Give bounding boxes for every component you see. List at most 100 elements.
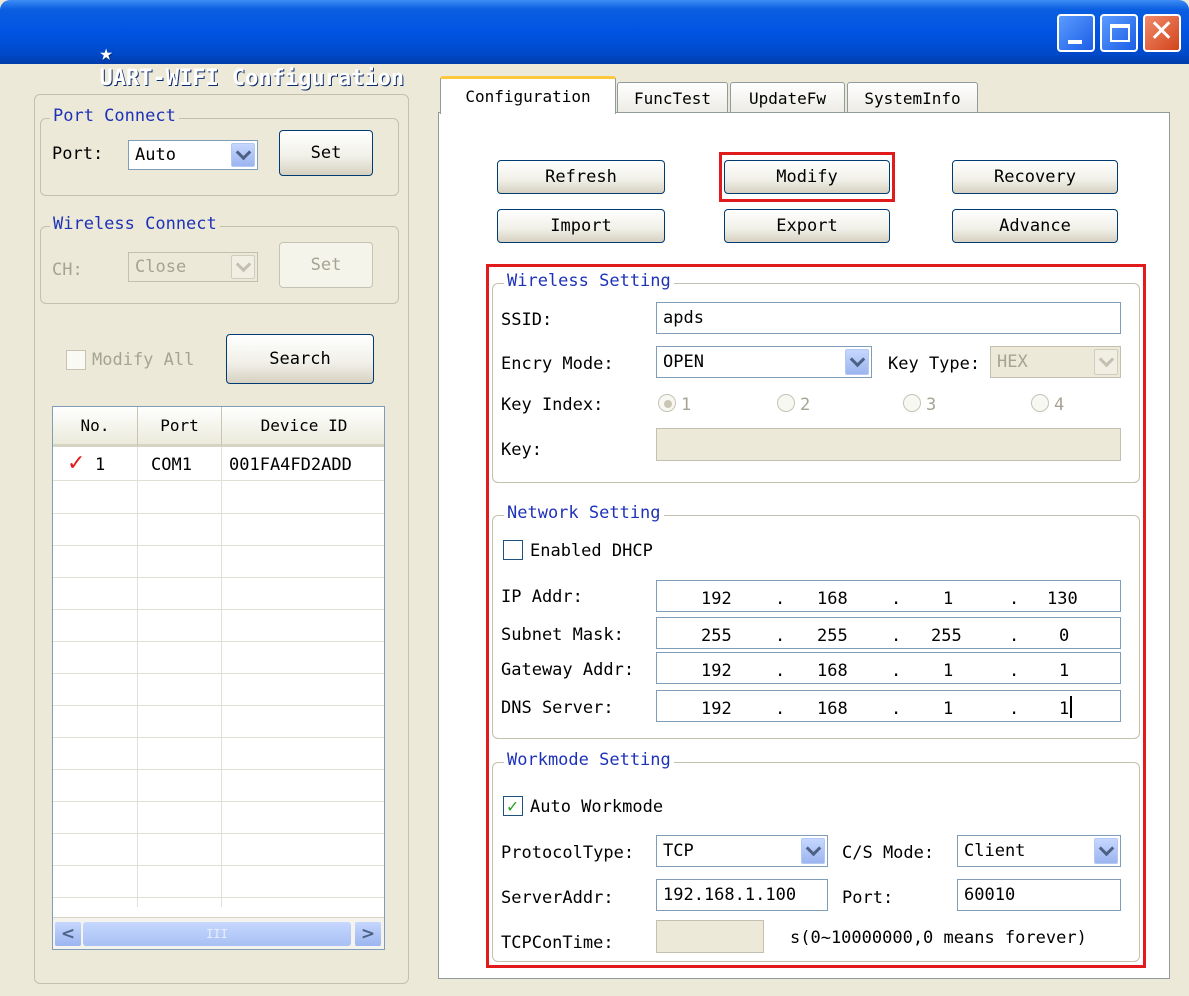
ip-octet: 192 [701,589,732,609]
key-index-radio-3[interactable] [903,394,921,412]
encry-mode-dropdown[interactable]: OPEN [656,346,872,378]
workmode-setting-legend: Workmode Setting [504,750,674,770]
row-divider [53,705,384,706]
dns-dot: . [891,699,902,719]
cs-mode-dropdown[interactable]: Client [957,835,1121,867]
dns-server-input[interactable]: 192 . 168 . 1 . 1 [656,690,1121,722]
key-index-radio-3-label: 3 [926,395,937,415]
row-divider [53,865,384,866]
check-icon: ✓ [67,451,86,476]
gateway-addr-label: Gateway Addr: [501,660,635,680]
port-input[interactable]: 60010 [957,879,1121,911]
star-icon: ★ [99,41,113,66]
import-button[interactable]: Import [497,209,665,243]
tab-functest[interactable]: FuncTest [617,82,728,113]
modify-all-label: Modify All [92,350,195,370]
dns-octet: 192 [701,699,732,719]
mask-dot: . [775,626,786,646]
column-header-no[interactable]: No. [53,407,137,447]
title-bar[interactable]: ★ UART-WIFI Configuration ✕ [0,0,1189,91]
row-divider [53,641,384,642]
key-type-dropdown[interactable]: HEX [990,346,1121,378]
dhcp-label: Enabled DHCP [530,541,653,561]
wireless-set-button[interactable]: Set [279,242,373,288]
port-field-label: Port: [842,888,894,908]
subnet-mask-label: Subnet Mask: [501,625,624,645]
wireless-setting-legend: Wireless Setting [504,271,674,291]
auto-workmode-checkbox[interactable]: ✓ [503,796,523,817]
row-divider [53,769,384,770]
modify-all-checkbox[interactable] [66,350,86,370]
mask-octet: 255 [931,626,962,646]
mask-octet: 255 [701,626,732,646]
ch-dropdown[interactable]: Close [128,252,258,282]
server-addr-input[interactable]: 192.168.1.100 [656,879,828,911]
port-dropdown[interactable]: Auto [128,140,258,170]
device-list[interactable]: No. Port Device ID ✓ 1 COM1 001FA4FD2ADD… [52,406,385,950]
column-divider [221,447,222,907]
ip-octet: 168 [817,589,848,609]
gw-octet: 1 [1059,661,1070,681]
column-header-device-id[interactable]: Device ID [221,407,384,447]
ssid-input[interactable]: apds [656,302,1121,334]
close-button[interactable]: ✕ [1143,14,1181,52]
column-header-port[interactable]: Port [137,407,221,447]
mask-dot: . [1009,626,1020,646]
export-button[interactable]: Export [724,209,890,243]
gw-dot: . [1009,661,1020,681]
chevron-down-icon [1094,838,1118,864]
gw-octet: 192 [701,661,732,681]
search-button[interactable]: Search [226,334,374,384]
gateway-addr-input[interactable]: 192 . 168 . 1 . 1 [656,652,1121,684]
gw-dot: . [775,661,786,681]
row-divider [53,897,384,898]
key-index-radio-2-label: 2 [800,395,811,415]
scroll-right-button[interactable]: > [355,922,381,946]
gw-dot: . [891,661,902,681]
tab-configuration[interactable]: Configuration [440,76,616,114]
recovery-button[interactable]: Recovery [952,160,1118,194]
auto-workmode-label: Auto Workmode [530,797,664,817]
maximize-button[interactable] [1100,14,1138,52]
subnet-mask-input[interactable]: 255 . 255 . 255 . 0 [656,617,1121,649]
ip-addr-label: IP Addr: [501,587,583,607]
tab-updatefw[interactable]: UpdateFw [730,82,845,113]
port-set-button[interactable]: Set [279,130,373,176]
key-index-radio-1[interactable] [658,394,676,412]
row-port: COM1 [151,455,192,475]
scroll-left-button[interactable]: < [55,922,81,946]
modify-button[interactable]: Modify [724,160,890,194]
ip-dot: . [775,589,786,609]
scroll-thumb[interactable]: III [83,922,351,946]
refresh-button[interactable]: Refresh [497,160,665,194]
advance-button[interactable]: Advance [952,209,1118,243]
chevron-down-icon [845,349,869,375]
key-index-radio-4[interactable] [1031,394,1049,412]
dns-octet: 168 [817,699,848,719]
port-label: Port: [52,144,104,164]
app-window: ★ UART-WIFI Configuration ✕ Port Connect… [0,0,1189,996]
table-row[interactable]: ✓ 1 COM1 001FA4FD2ADD [53,449,384,479]
ip-addr-input[interactable]: 192 . 168 . 1 . 130 [656,580,1121,612]
chevron-down-icon [1094,349,1118,375]
chevron-down-icon [231,255,255,279]
tab-systeminfo[interactable]: SystemInfo [847,82,978,113]
row-divider [53,673,384,674]
minimize-button[interactable] [1057,14,1095,52]
mask-octet: 255 [817,626,848,646]
tcpcontime-hint: s(0~10000000,0 means forever) [790,928,1087,948]
key-input[interactable] [656,428,1121,461]
dhcp-checkbox[interactable] [503,540,523,560]
maximize-icon [1110,24,1130,42]
protocol-type-dropdown[interactable]: TCP [656,835,828,867]
ip-dot: . [891,589,902,609]
gw-octet: 168 [817,661,848,681]
key-index-radio-2[interactable] [777,394,795,412]
row-divider [53,609,384,610]
close-icon: ✕ [1149,14,1175,49]
row-divider [53,513,384,514]
horizontal-scrollbar[interactable]: < III > [53,917,384,949]
row-device-id: 001FA4FD2ADD [229,455,352,475]
encry-mode-label: Encry Mode: [501,354,614,374]
tcpcontime-input[interactable] [656,920,764,953]
